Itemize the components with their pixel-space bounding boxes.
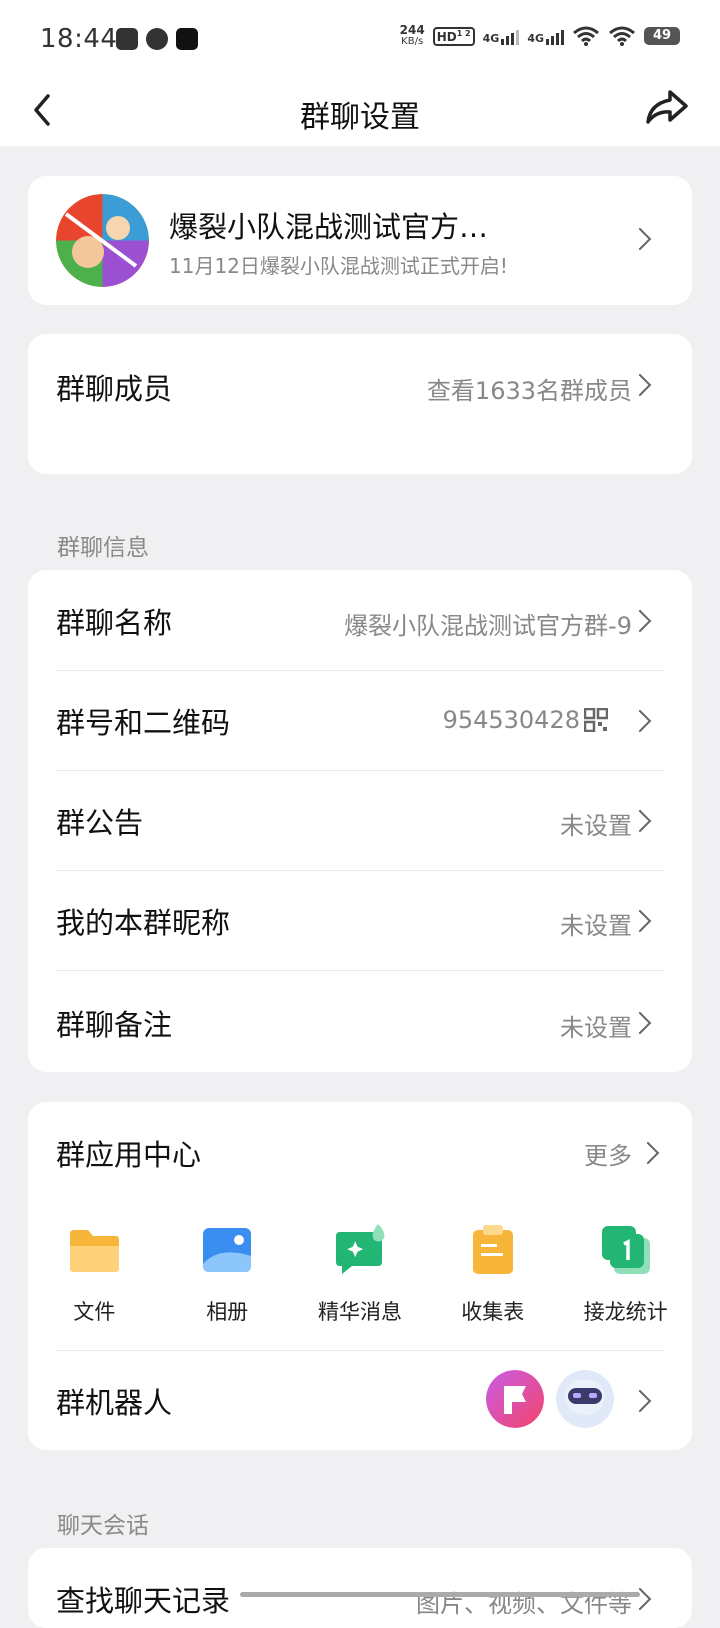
signal-bars-icon — [501, 27, 520, 45]
hd-text: HD — [436, 29, 457, 44]
app-list: 文件 相册 精华消息 收集表 接龙统计 — [28, 1222, 692, 1326]
qrcode-icon — [584, 708, 608, 732]
app-essence-message[interactable]: 精华消息 — [294, 1222, 427, 1326]
status-bar: 18:44 244 KB/s HD1 2 4G 4G 49 — [0, 0, 720, 80]
chevron-right-icon — [628, 227, 652, 251]
group-number: 954530428 — [442, 706, 580, 734]
folder-icon — [70, 1230, 120, 1272]
app-file[interactable]: 文件 — [28, 1222, 161, 1326]
status-time: 18:44 — [40, 24, 118, 54]
status-notification-icons — [116, 28, 198, 50]
section-title-chat: 聊天会话 — [57, 1513, 149, 1539]
search-history-label: 查找聊天记录 — [56, 1584, 231, 1618]
game-notification-icon — [176, 28, 198, 50]
app-center-more-link[interactable]: 更多 — [554, 1132, 664, 1172]
members-count: 查看1633名群成员 — [426, 377, 632, 405]
app-label: 相册 — [206, 1300, 249, 1324]
wifi-icon — [609, 26, 635, 46]
row-value: 未设置 — [560, 1014, 632, 1042]
row-label: 我的本群昵称 — [56, 906, 231, 940]
app-label: 收集表 — [461, 1300, 525, 1324]
chat-history-card: 查找聊天记录 图片、视频、文件等 — [28, 1548, 692, 1628]
hd-sub-text: 1 2 — [456, 28, 471, 38]
signal-4g-2-label: 4G — [527, 32, 544, 45]
row-my-nickname[interactable]: 我的本群昵称 未设置 — [28, 870, 692, 970]
app-center-title: 群应用中心 — [56, 1138, 202, 1172]
members-label: 群聊成员 — [56, 372, 173, 406]
signal-4g-2: 4G — [527, 27, 564, 45]
chevron-right-icon — [628, 609, 652, 633]
signal-4g-1: 4G — [483, 27, 520, 45]
page-title: 群聊设置 — [300, 100, 420, 135]
robot-avatar-2 — [556, 1370, 614, 1428]
signal-bars-icon — [546, 27, 564, 45]
solitaire-stats-icon — [601, 1226, 650, 1274]
compass-notification-icon — [146, 28, 168, 50]
group-name: 爆裂小队混战测试官方… — [169, 210, 489, 244]
share-icon[interactable] — [642, 84, 692, 130]
network-speed: 244 KB/s — [400, 24, 425, 48]
chevron-right-icon — [628, 1011, 652, 1035]
chevron-right-icon — [628, 809, 652, 833]
row-group-robots[interactable]: 群机器人 — [28, 1350, 692, 1450]
network-speed-value: 244 — [399, 23, 425, 37]
row-group-notice[interactable]: 群公告 未设置 — [28, 770, 692, 870]
robots-label: 群机器人 — [56, 1386, 173, 1420]
row-search-history[interactable]: 查找聊天记录 图片、视频、文件等 — [28, 1548, 692, 1628]
row-value: 未设置 — [560, 812, 632, 840]
group-announcement-preview: 11月12日爆裂小队混战测试正式开启! — [169, 254, 508, 278]
wifi-icon — [573, 26, 599, 46]
signal-4g-1-label: 4G — [482, 32, 500, 45]
group-avatar — [56, 194, 149, 287]
search-history-hint: 图片、视频、文件等 — [416, 1590, 632, 1618]
row-value: 爆裂小队混战测试官方群-9 — [344, 612, 632, 640]
row-label: 群号和二维码 — [56, 706, 231, 740]
chevron-right-icon — [628, 709, 652, 733]
chevron-right-icon — [636, 1141, 660, 1165]
row-group-number-qrcode[interactable]: 群号和二维码 954530428 — [28, 670, 692, 770]
battery-icon: 49 — [644, 27, 680, 45]
row-group-remark[interactable]: 群聊备注 未设置 — [28, 970, 692, 1072]
row-label: 群公告 — [56, 806, 144, 840]
app-label: 精华消息 — [317, 1300, 402, 1324]
app-album[interactable]: 相册 — [161, 1222, 294, 1326]
group-info-card: 群聊名称 爆裂小队混战测试官方群-9 群号和二维码 954530428 群公告 … — [28, 570, 692, 1072]
row-label: 群聊名称 — [56, 606, 173, 640]
group-members-card[interactable]: 群聊成员 查看1633名群成员 — [28, 334, 692, 474]
network-speed-unit: KB/s — [401, 36, 424, 47]
app-collection-form[interactable]: 收集表 — [426, 1222, 559, 1326]
essence-message-icon — [335, 1224, 385, 1274]
app-solitaire-stats[interactable]: 接龙统计 — [559, 1222, 692, 1326]
robot-avatar-1 — [486, 1370, 544, 1428]
album-icon — [203, 1228, 252, 1272]
more-label: 更多 — [584, 1142, 632, 1170]
home-indicator — [240, 1592, 640, 1597]
hd-badge: HD1 2 — [432, 26, 475, 46]
chevron-right-icon — [628, 373, 652, 397]
app-label: 文件 — [73, 1300, 116, 1324]
app-center-card: 群应用中心 更多 文件 相册 精华消息 收集表 接龙统计 群机器人 — [28, 1102, 692, 1450]
app-label: 接龙统计 — [583, 1300, 668, 1324]
chevron-right-icon — [628, 909, 652, 933]
app-notification-icon — [116, 28, 138, 50]
row-value: 未设置 — [560, 912, 632, 940]
group-profile-card[interactable]: 爆裂小队混战测试官方… 11月12日爆裂小队混战测试正式开启! — [28, 176, 692, 305]
row-label: 群聊备注 — [56, 1008, 173, 1042]
status-right-icons: 244 KB/s HD1 2 4G 4G 49 — [400, 24, 680, 48]
section-title-group-info: 群聊信息 — [57, 535, 149, 561]
clipboard-icon — [472, 1225, 513, 1274]
chevron-right-icon — [628, 1389, 652, 1413]
nav-bar: 群聊设置 — [0, 80, 720, 146]
row-group-name[interactable]: 群聊名称 爆裂小队混战测试官方群-9 — [28, 570, 692, 670]
